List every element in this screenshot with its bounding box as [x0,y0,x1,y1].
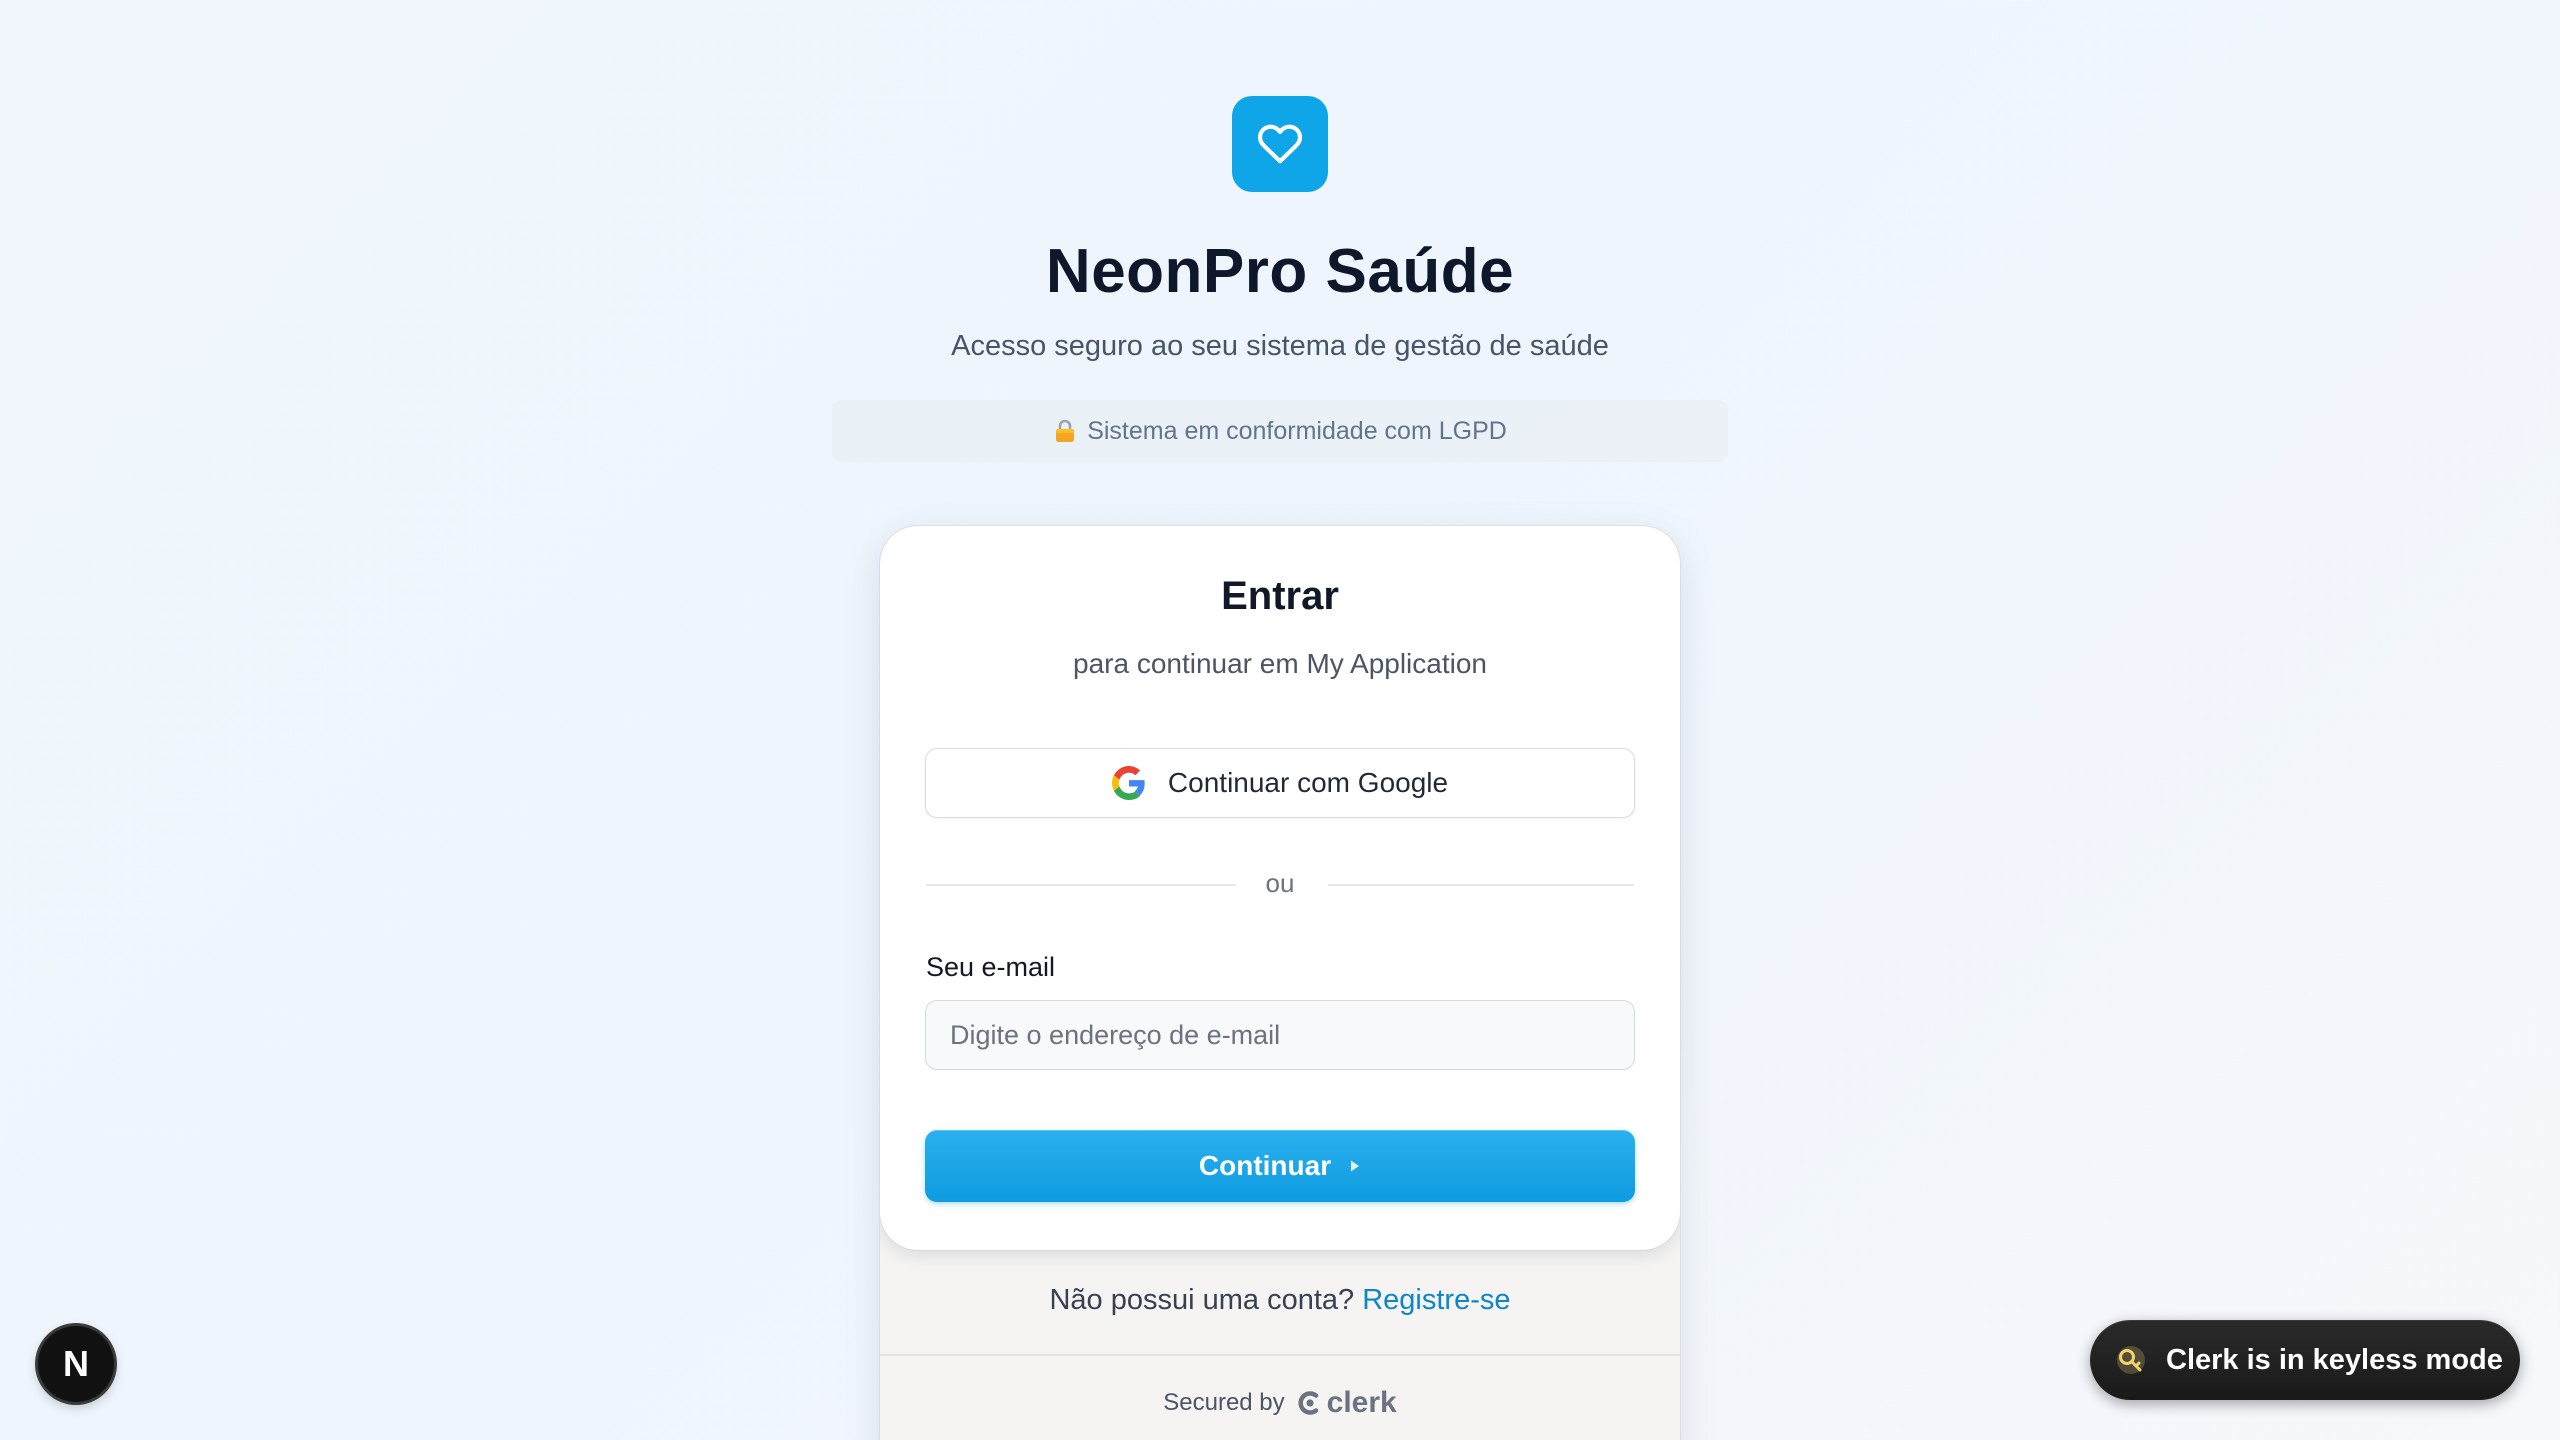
signup-row: Não possui uma conta? Registre-se [880,1284,1680,1317]
clerk-logo[interactable]: clerk [1297,1386,1397,1420]
lock-icon [1056,419,1075,442]
email-label: Seu e-mail [926,952,1056,982]
signin-card: Entrar para continuar em My Application … [880,526,1680,1250]
signin-subtitle: para continuar em My Application [1073,648,1487,679]
next-badge-letter: N [63,1343,89,1384]
continue-button-label: Continuar [1198,1150,1332,1181]
lgpd-compliance-notice: Sistema em conformidade com LGPD [832,400,1728,462]
nextjs-devtools-button[interactable]: N [38,1326,114,1402]
secured-by-footer: Secured by clerk [880,1386,1680,1420]
google-button-label: Continuar com Google [1167,767,1449,798]
google-icon [1111,766,1145,800]
clerk-key-icon [2117,1346,2145,1374]
signin-title: Entrar [1221,574,1339,618]
footer-divider [880,1354,1680,1356]
heart-icon [1257,124,1303,164]
brand-subtitle: Acesso seguro ao seu sistema de gestão d… [951,330,1609,362]
clerk-wordmark: clerk [1326,1386,1397,1419]
clerk-icon [1298,1391,1318,1415]
clerk-keyless-badge[interactable]: Clerk is in keyless mode [2090,1320,2520,1400]
caret-right-icon [1351,1160,1360,1172]
email-input[interactable] [925,1000,1635,1070]
brand-logo [1232,96,1328,192]
no-account-text: Não possui uma conta? [1049,1284,1355,1316]
secured-by-text: Secured by [1163,1389,1285,1416]
register-link[interactable]: Registre-se [1362,1284,1510,1316]
google-signin-button[interactable]: Continuar com Google [925,748,1635,818]
divider-line-right [1328,884,1634,886]
lgpd-text: Sistema em conformidade com LGPD [1087,416,1507,445]
keyless-text: Clerk is in keyless mode [2166,1343,2503,1376]
brand-title: NeonPro Saúde [1045,237,1515,306]
signin-card-container: Entrar para continuar em My Application … [880,526,1680,1440]
continue-button[interactable]: Continuar [925,1130,1635,1202]
